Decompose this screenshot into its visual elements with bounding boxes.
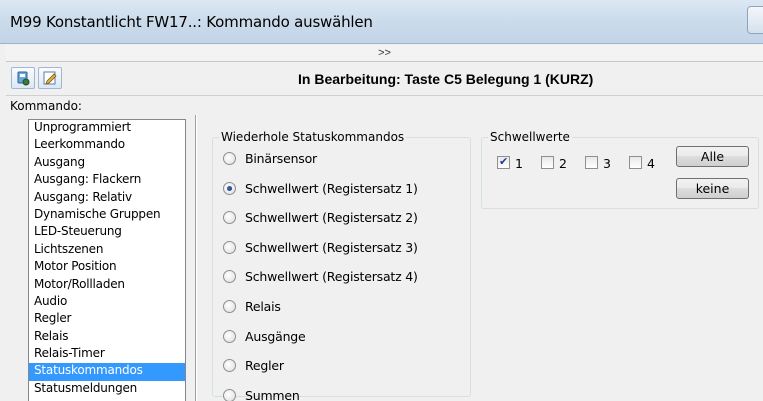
threshold-legend: Schwellwerte — [488, 130, 572, 144]
kommando-list-item[interactable]: Ausgang — [29, 155, 185, 172]
checkbox-label: 1 — [515, 156, 523, 171]
edit-status-text: In Bearbeitung: Taste C5 Belegung 1 (KUR… — [298, 71, 594, 87]
radio-button[interactable] — [223, 152, 236, 165]
kommando-list-item[interactable]: Statuskommandos — [29, 363, 185, 381]
kommando-list-item[interactable]: Ausgang: Flackern — [29, 172, 185, 189]
kommando-list-item[interactable]: Unprogrammiert — [29, 120, 185, 137]
edit-icon — [43, 71, 57, 85]
kommando-list-item[interactable]: Relais — [29, 329, 185, 346]
kommando-list-item[interactable]: Statusmeldungen — [29, 381, 185, 397]
checkbox[interactable] — [629, 156, 642, 169]
radio-button[interactable] — [223, 359, 236, 373]
kommando-list-item[interactable]: Ausgang: Relativ — [29, 190, 185, 207]
kommando-list-item[interactable]: Audio — [29, 294, 185, 311]
radio-button[interactable] — [223, 329, 236, 343]
select-none-button[interactable]: keine — [676, 178, 749, 199]
window-control-button[interactable] — [747, 6, 763, 34]
kommando-list-item[interactable]: Motor Position — [29, 259, 185, 276]
repeat-status-legend: Wiederhole Statuskommandos — [219, 130, 407, 144]
radio-button[interactable] — [223, 270, 236, 284]
repeat-option-label: Relais — [245, 299, 281, 314]
kommando-list-item[interactable]: Regler — [29, 311, 185, 328]
repeat-status-group: Wiederhole Statuskommandos Binärsensor Sc… — [212, 130, 471, 401]
radio-button[interactable] — [223, 388, 236, 401]
kommando-list[interactable]: Unprogrammiert Leerkommando Ausgang Ausgang… — [28, 119, 186, 401]
repeat-option-label: Schwellwert (Registersatz 2) — [245, 210, 418, 226]
repeat-option-label: Schwellwert (Registersatz 3) — [245, 239, 418, 255]
repeat-option-label: Binärsensor — [245, 151, 317, 166]
toolbar: In Bearbeitung: Taste C5 Belegung 1 (KUR… — [6, 63, 763, 96]
settings-icon — [17, 71, 30, 86]
kommando-list-item[interactable]: Leerkommando — [29, 137, 185, 154]
checkbox[interactable] — [497, 155, 510, 169]
kommando-label: Kommando: — [10, 99, 82, 113]
checkbox[interactable] — [541, 156, 554, 169]
radio-button[interactable] — [223, 240, 236, 254]
title-bar: M99 Konstantlicht FW17..: Kommando auswä… — [0, 0, 763, 44]
threshold-group: Schwellwerte 1 2 3 4 Alle keine — [481, 130, 759, 209]
repeat-option-label: Regler — [245, 358, 284, 374]
radio-button[interactable] — [223, 211, 236, 225]
kommando-list-item[interactable]: LED-Steuerung — [29, 224, 185, 241]
edit-button[interactable] — [38, 67, 62, 89]
kommando-list-item[interactable]: Motor/Rollladen — [29, 277, 185, 294]
checkbox-label: 4 — [647, 156, 655, 171]
repeat-option-label: Schwellwert (Registersatz 1) — [245, 180, 418, 196]
kommando-list-item[interactable]: Lichtszenen — [29, 242, 185, 259]
checkbox-label: 3 — [603, 156, 611, 171]
repeat-option-label: Ausgänge — [245, 328, 306, 344]
radio-button[interactable] — [223, 300, 236, 313]
dialog-window: M99 Konstantlicht FW17..: Kommando auswä… — [0, 0, 763, 401]
panel-splitter[interactable] — [195, 115, 196, 401]
checkbox-label: 2 — [559, 156, 567, 171]
window-title: M99 Konstantlicht FW17..: Kommando auswä… — [10, 13, 373, 31]
kommando-list-item[interactable]: Relais-Timer — [29, 346, 185, 363]
repeat-option-label: Summen — [245, 387, 300, 401]
expand-toggle[interactable]: >> — [6, 45, 763, 62]
kommando-list-item[interactable]: Dynamische Gruppen — [29, 207, 185, 224]
expand-toggle-label: >> — [378, 47, 391, 59]
settings-button[interactable] — [11, 67, 35, 89]
select-all-button[interactable]: Alle — [676, 146, 749, 167]
radio-button[interactable] — [223, 181, 236, 195]
checkbox[interactable] — [585, 156, 598, 169]
repeat-option-label: Schwellwert (Registersatz 4) — [245, 269, 418, 285]
